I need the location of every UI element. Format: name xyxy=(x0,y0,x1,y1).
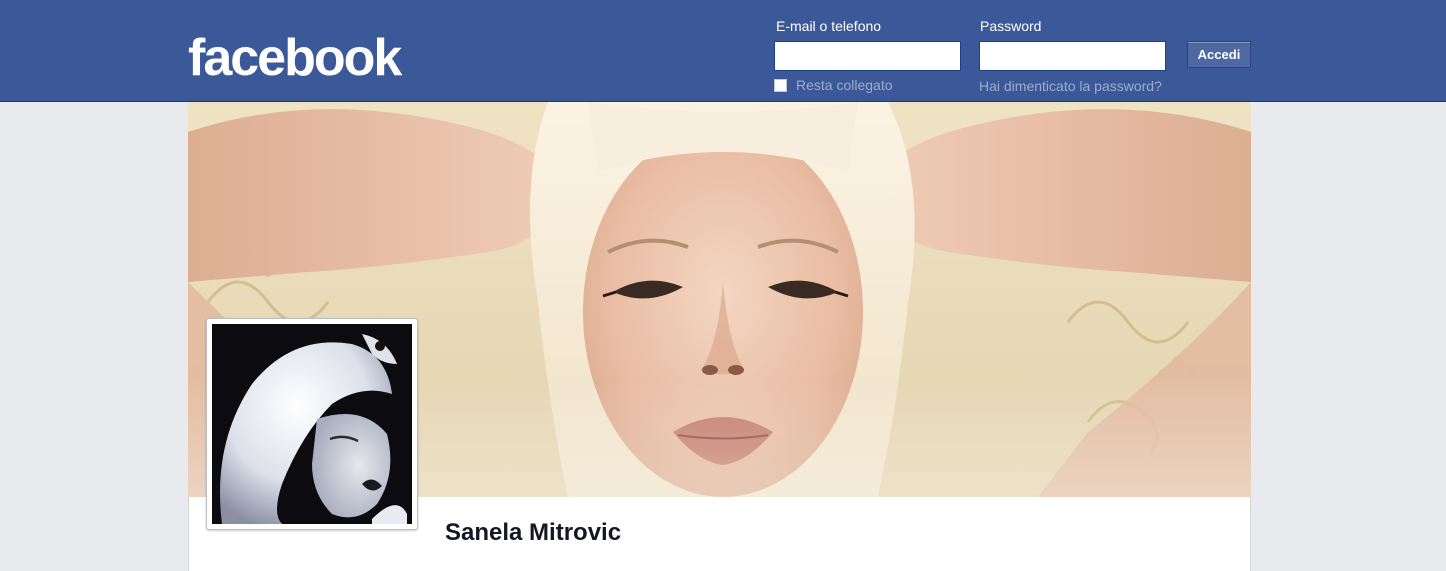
password-field[interactable] xyxy=(979,41,1166,71)
email-field[interactable] xyxy=(774,41,961,71)
facebook-logo[interactable]: facebook xyxy=(188,28,402,88)
remember-me[interactable]: Resta collegato xyxy=(774,76,893,94)
remember-label[interactable]: Resta collegato xyxy=(796,76,893,94)
profile-picture[interactable] xyxy=(206,318,418,530)
profile-name[interactable]: Sanela Mitrovic xyxy=(445,518,621,548)
email-label: E-mail o telefono xyxy=(776,18,882,34)
forgot-password-link[interactable]: Hai dimenticato la password? xyxy=(979,77,1162,95)
login-button[interactable]: Accedi xyxy=(1187,41,1251,68)
remember-checkbox[interactable] xyxy=(774,78,787,92)
password-label: Password xyxy=(980,18,1042,34)
top-navigation-bar: facebook E-mail o telefono Password Acce… xyxy=(0,0,1446,102)
